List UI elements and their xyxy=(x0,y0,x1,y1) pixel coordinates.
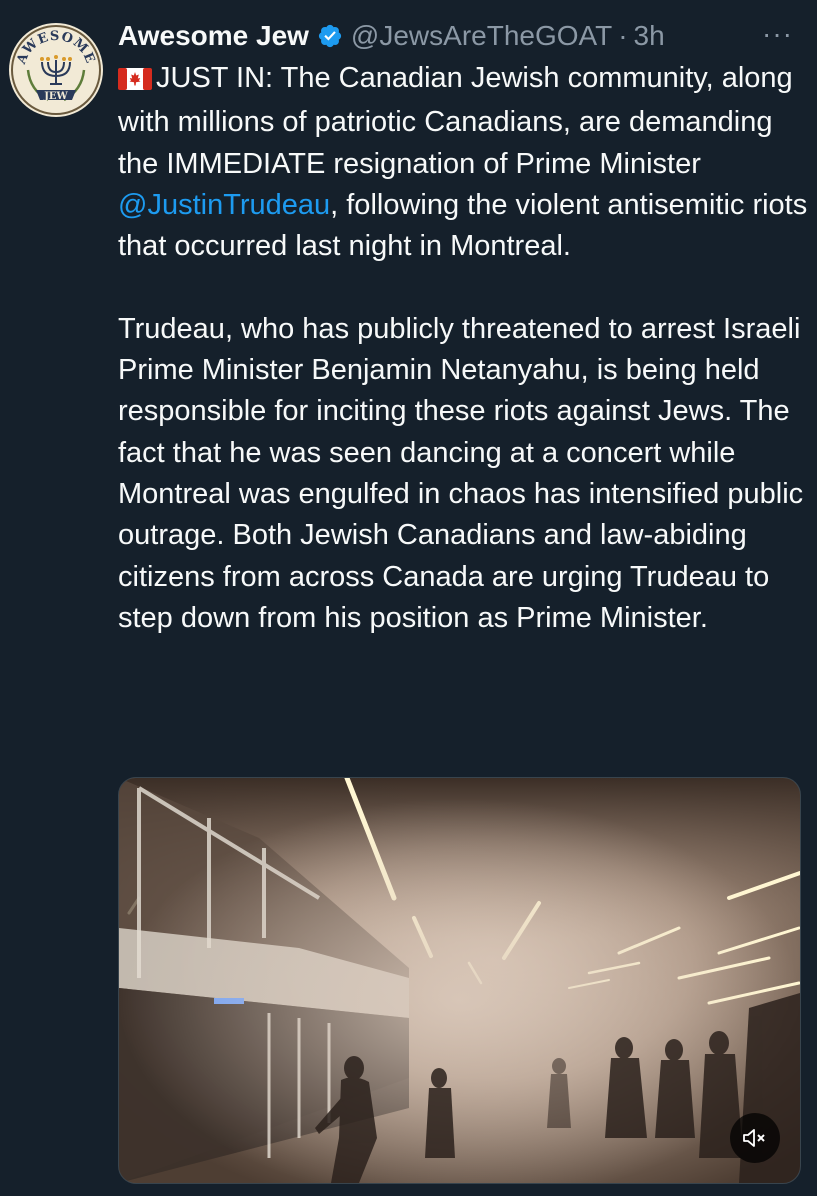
tweet-timestamp[interactable]: 3h xyxy=(634,20,665,52)
awesome-jew-logo: AWESOME JEW xyxy=(9,23,103,117)
more-options-icon[interactable]: ··· xyxy=(762,16,793,52)
paragraph-1-text-a: JUST IN: The Canadian Jewish community, … xyxy=(118,62,793,180)
author-display-name[interactable]: Awesome Jew xyxy=(118,20,309,52)
canada-flag-icon xyxy=(118,61,152,102)
mention-link[interactable]: @JustinTrudeau xyxy=(118,189,330,221)
tweet-paragraph-2: Trudeau, who has publicly threatened to … xyxy=(118,312,804,634)
tweet-header: Awesome Jew @JewsAreTheGOAT · 3h xyxy=(118,16,808,56)
verified-badge-icon[interactable] xyxy=(317,23,343,49)
author-avatar[interactable]: AWESOME JEW xyxy=(8,22,104,118)
author-handle[interactable]: @JewsAreTheGOAT xyxy=(351,20,612,52)
speaker-muted-icon xyxy=(742,1127,768,1149)
mute-button[interactable] xyxy=(730,1113,780,1163)
tweet-video[interactable] xyxy=(118,777,801,1184)
tweet-text: JUST IN: The Canadian Jewish community, … xyxy=(118,58,808,639)
header-separator: · xyxy=(618,20,628,51)
tweet-paragraph-1: JUST IN: The Canadian Jewish community, … xyxy=(118,58,808,267)
video-frame xyxy=(119,778,800,1183)
svg-text:JEW: JEW xyxy=(43,91,68,102)
